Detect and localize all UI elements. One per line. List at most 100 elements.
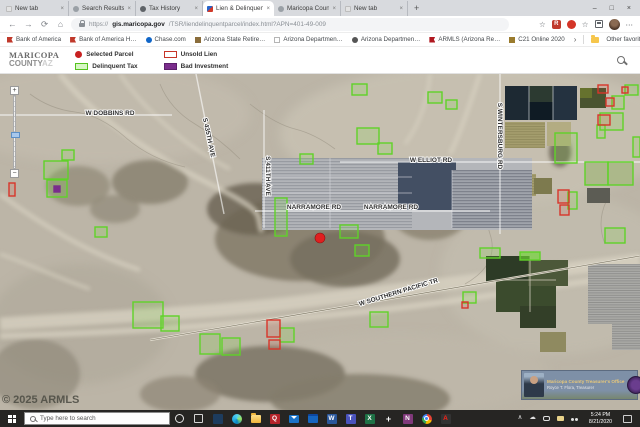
caret-icon[interactable]: ∧: [518, 415, 523, 422]
parcel-green[interactable]: [95, 227, 107, 237]
snip-icon[interactable]: +: [379, 410, 398, 427]
maximize-button[interactable]: □: [610, 5, 614, 12]
start-button[interactable]: [0, 410, 24, 427]
calendar-icon[interactable]: [303, 410, 322, 427]
bookmark-armls-arizona-re[interactable]: ARMLS (Arizona Re…: [429, 36, 500, 43]
selected-parcel-dot[interactable]: [315, 233, 325, 243]
map-canvas[interactable]: W DOBBINS RDS 435TH AVES 411TH AVEW ELLI…: [0, 74, 640, 410]
bookmark-c21-online-2020[interactable]: C21 Online 2020: [509, 36, 564, 43]
parcel-purple[interactable]: [54, 186, 60, 192]
parcel-green[interactable]: [357, 128, 379, 144]
word-icon[interactable]: W: [322, 410, 341, 427]
teams-icon[interactable]: T: [341, 410, 360, 427]
excel-icon[interactable]: X: [360, 410, 379, 427]
parcel-green[interactable]: [222, 338, 240, 355]
parcel-green[interactable]: [480, 248, 500, 258]
parcel-green[interactable]: [133, 302, 163, 328]
tab-close-icon[interactable]: ×: [60, 6, 64, 12]
parcel-green[interactable]: [378, 143, 392, 154]
tab-lien-delinquent-par[interactable]: Lien & Delinquent Par×: [203, 1, 274, 16]
tray-folder-icon[interactable]: [557, 416, 564, 421]
taskbar-clock[interactable]: 5:24 PM 8/21/2020: [589, 412, 612, 425]
tab-tax-history[interactable]: Tax History×: [136, 1, 203, 16]
parcel-red[interactable]: [560, 205, 569, 215]
bookmark-star-icon[interactable]: ☆: [539, 20, 546, 29]
parcel-green[interactable]: [555, 133, 577, 163]
edge-icon[interactable]: [227, 410, 246, 427]
bookmark-bank-of-america-h[interactable]: Bank of America H…: [70, 36, 136, 43]
parcel-green[interactable]: [355, 245, 369, 256]
bookmark-chase-com[interactable]: Chase.com: [146, 36, 186, 43]
acrobat-icon[interactable]: A: [436, 410, 455, 427]
new-tab-button[interactable]: +: [408, 3, 425, 13]
home-icon[interactable]: ⌂: [55, 20, 66, 29]
parcel-green[interactable]: [633, 137, 640, 157]
task-view-icon[interactable]: [189, 410, 208, 427]
bookmark-arizona-state-retire[interactable]: Arizona State Retire…: [195, 36, 266, 43]
refresh-icon[interactable]: ⟳: [39, 20, 50, 29]
more-menu-icon[interactable]: ⋯: [626, 20, 634, 29]
people-icon[interactable]: [571, 416, 578, 421]
zoom-slider[interactable]: + −: [10, 86, 19, 178]
collections-icon[interactable]: [595, 20, 603, 28]
quicken-icon[interactable]: Q: [265, 410, 284, 427]
mail-tile-icon[interactable]: [208, 410, 227, 427]
other-favorites-label[interactable]: Other favorites: [606, 36, 640, 43]
forward-icon[interactable]: →: [23, 20, 34, 29]
tab-maricopa-county-asse[interactable]: Maricopa County Asse×: [274, 1, 341, 16]
parcel-red[interactable]: [9, 183, 15, 196]
chat-icon[interactable]: [543, 416, 550, 421]
close-button[interactable]: ×: [627, 5, 631, 12]
parcel-green[interactable]: [44, 161, 68, 179]
parcel-red[interactable]: [622, 87, 628, 93]
parcel-green[interactable]: [352, 84, 367, 95]
parcel-red[interactable]: [598, 85, 608, 93]
parcel-red[interactable]: [598, 115, 610, 125]
bookmark-arizona-departmen[interactable]: Arizona Departmen…: [274, 36, 343, 43]
minimize-button[interactable]: –: [593, 5, 597, 12]
tab-new-tab[interactable]: New tab×: [2, 1, 69, 16]
extension-r-icon[interactable]: R: [552, 20, 561, 29]
parcel-green[interactable]: [340, 225, 358, 238]
outlook-icon[interactable]: [284, 410, 303, 427]
zoom-out-button[interactable]: −: [10, 169, 19, 178]
favorites-star-icon[interactable]: ☆: [582, 20, 589, 29]
tab-close-icon[interactable]: ×: [266, 6, 270, 12]
tab-close-icon[interactable]: ×: [332, 6, 336, 12]
parcel-red[interactable]: [269, 340, 280, 349]
extension-red-icon[interactable]: [567, 20, 576, 29]
bookmark-arizona-departmen[interactable]: Arizona Departmen…: [352, 36, 421, 43]
parcel-green[interactable]: [428, 92, 442, 103]
parcel-green[interactable]: [585, 162, 608, 185]
parcel-red[interactable]: [558, 190, 569, 203]
parcel-green[interactable]: [280, 328, 294, 342]
parcel-red[interactable]: [462, 302, 468, 308]
zoom-slider-handle[interactable]: [11, 132, 20, 138]
action-center-icon[interactable]: [623, 415, 632, 423]
parcel-green[interactable]: [370, 312, 388, 327]
cortana-icon[interactable]: [170, 410, 189, 427]
zoom-in-button[interactable]: +: [10, 86, 19, 95]
tab-close-icon[interactable]: ×: [194, 6, 198, 12]
url-field[interactable]: https://gis.maricopa.gov/TSR/liendelinqu…: [71, 18, 509, 31]
onedrive-icon[interactable]: ☁: [529, 415, 536, 422]
parcel-green[interactable]: [608, 162, 633, 185]
onenote-icon[interactable]: N: [398, 410, 417, 427]
search-icon[interactable]: [617, 56, 625, 64]
taskbar-search-input[interactable]: Type here to search: [24, 412, 170, 425]
parcel-red[interactable]: [606, 98, 614, 106]
parcel-greenfill[interactable]: [520, 252, 540, 260]
bookmark-bank-of-america[interactable]: Bank of America: [7, 36, 61, 43]
file-explorer-icon[interactable]: [246, 410, 265, 427]
parcel-green[interactable]: [605, 228, 625, 243]
parcel-green[interactable]: [300, 154, 313, 164]
tab-new-tab[interactable]: New tab×: [341, 1, 408, 16]
parcel-green[interactable]: [446, 100, 457, 109]
tab-search-results-maric[interactable]: Search Results - Maric×: [69, 1, 136, 16]
tab-close-icon[interactable]: ×: [127, 6, 131, 12]
back-icon[interactable]: ←: [7, 20, 18, 29]
parcel-green[interactable]: [275, 198, 287, 236]
parcel-green[interactable]: [161, 316, 179, 331]
parcel-green[interactable]: [200, 334, 220, 354]
bookmarks-overflow-icon[interactable]: ›: [574, 35, 577, 44]
